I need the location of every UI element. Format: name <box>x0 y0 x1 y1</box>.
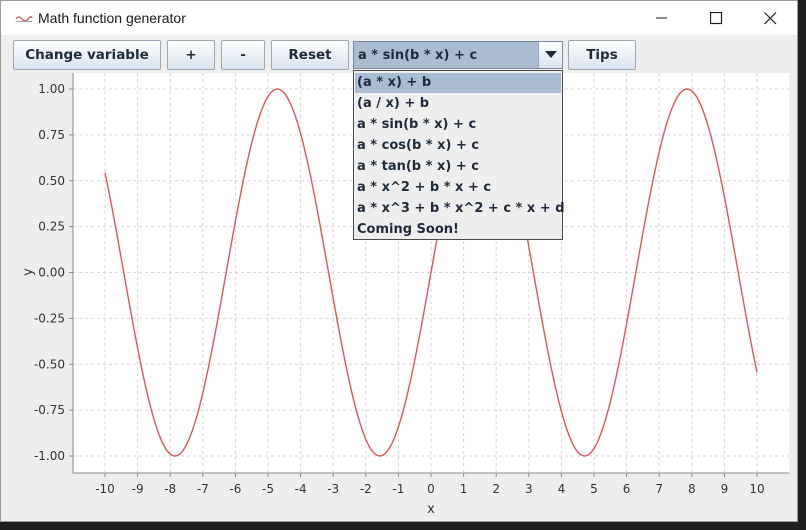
dropdown-option-sine[interactable]: a * sin(b * x) + c <box>355 115 561 135</box>
change-variable-button[interactable]: Change variable <box>13 40 161 70</box>
x-tick-label: -5 <box>262 482 274 496</box>
increase-button[interactable]: + <box>167 40 215 70</box>
x-tick-label: 5 <box>590 482 598 496</box>
function-select-arrow-button[interactable] <box>538 42 562 68</box>
function-select[interactable]: a * sin(b * x) + c <box>353 41 563 69</box>
tips-button[interactable]: Tips <box>568 40 636 70</box>
x-tick-label: 2 <box>492 482 500 496</box>
y-tick-label: -1.00 <box>34 449 65 463</box>
x-tick-label: 3 <box>525 482 533 496</box>
dropdown-option-tangent[interactable]: a * tan(b * x) + c <box>355 157 561 177</box>
x-tick-label: 10 <box>749 482 764 496</box>
chevron-down-icon <box>544 51 557 58</box>
dropdown-option-linear[interactable]: (a * x) + b <box>355 73 561 93</box>
y-tick-label: -0.25 <box>34 311 65 325</box>
y-tick-label: -0.75 <box>34 403 65 417</box>
y-tick-label: 0.75 <box>38 128 65 142</box>
y-tick-label: 0.50 <box>38 174 65 188</box>
x-tick-label: 8 <box>688 482 696 496</box>
x-tick-label: 1 <box>460 482 468 496</box>
x-tick-label: -9 <box>132 482 144 496</box>
x-tick-label: -3 <box>327 482 339 496</box>
function-dropdown-list: (a * x) + b (a / x) + b a * sin(b * x) +… <box>353 70 565 240</box>
x-axis-label: x <box>427 502 435 517</box>
x-tick-label: -6 <box>229 482 241 496</box>
y-tick-label: 0.00 <box>38 266 65 280</box>
x-tick-label: -1 <box>392 482 404 496</box>
x-tick-label: 4 <box>558 482 566 496</box>
dropdown-option-coming-soon[interactable]: Coming Soon! <box>355 220 561 240</box>
y-tick-label: 1.00 <box>38 82 65 96</box>
x-tick-label: 9 <box>721 482 729 496</box>
reset-button[interactable]: Reset <box>271 40 349 70</box>
x-tick-label: -2 <box>360 482 372 496</box>
x-tick-label: -4 <box>295 482 307 496</box>
toolbar: Change variable + - Reset a * sin(b * x)… <box>1 35 797 71</box>
y-axis-label: y <box>21 268 36 276</box>
decrease-button[interactable]: - <box>221 40 265 70</box>
dropdown-option-cubic[interactable]: a * x^3 + b * x^2 + c * x + d <box>355 199 565 219</box>
dropdown-option-cosine[interactable]: a * cos(b * x) + c <box>355 136 561 156</box>
dropdown-option-quadratic[interactable]: a * x^2 + b * x + c <box>355 178 561 198</box>
dropdown-option-reciprocal[interactable]: (a / x) + b <box>355 94 561 114</box>
y-tick-label: 0.25 <box>38 220 65 234</box>
x-tick-label: 6 <box>623 482 631 496</box>
x-tick-label: -10 <box>95 482 115 496</box>
y-tick-label: -0.50 <box>34 357 65 371</box>
x-tick-label: 0 <box>427 482 435 496</box>
x-tick-label: 7 <box>655 482 663 496</box>
app-window: Math function generator -10 -9 -8 -7 -6 -5 -4-… <box>0 0 798 522</box>
x-tick-label: -8 <box>164 482 176 496</box>
x-tick-label: -7 <box>197 482 209 496</box>
function-select-value: a * sin(b * x) + c <box>358 48 478 63</box>
